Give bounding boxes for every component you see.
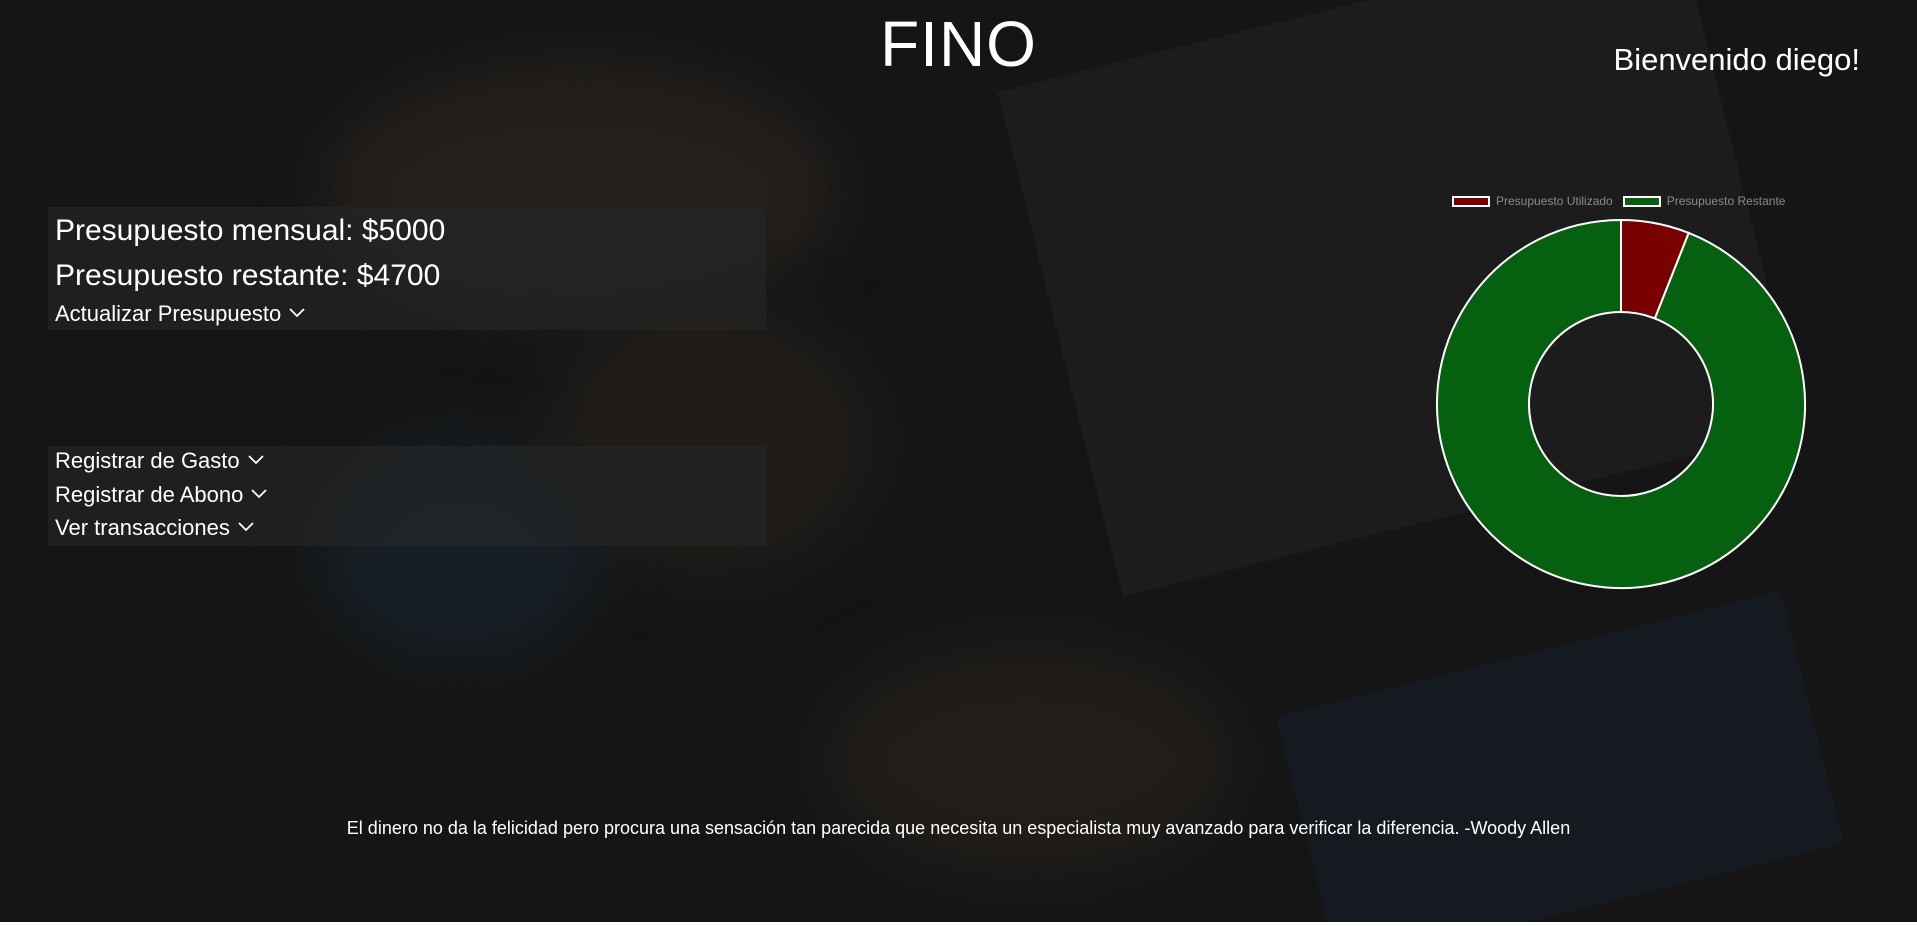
legend-swatch-used [1452,195,1490,207]
legend-label-remaining: Presupuesto Restante [1666,194,1786,208]
legend-item-used[interactable]: Presupuesto Utilizado [1452,194,1613,208]
chevron-down-icon [238,522,256,534]
monthly-budget-label: Presupuesto mensual: $5000 [55,214,446,247]
chevron-down-icon [251,489,269,501]
legend-swatch-remaining [1622,195,1661,207]
donut-slice-remaining[interactable] [1436,218,1806,589]
chart-legend: Presupuesto Utilizado Presupuesto Restan… [1452,194,1795,208]
footer-quote: El dinero no da la felicidad pero procur… [346,818,1571,838]
update-budget-label: Actualizar Presupuesto [55,301,282,326]
chevron-down-icon [248,455,266,467]
legend-item-remaining[interactable]: Presupuesto Restante [1622,194,1786,208]
view-transactions-toggle[interactable]: Ver transacciones [55,513,256,543]
register-payment-toggle[interactable]: Registrar de Abono [55,480,269,510]
actions-panel: Registrar de Gasto Registrar de Abono Ve… [48,446,766,546]
remaining-budget-label: Presupuesto restante: $4700 [55,259,441,292]
legend-label-used: Presupuesto Utilizado [1496,194,1613,208]
bottom-edge [0,922,1917,926]
welcome-message: Bienvenido diego! [1613,42,1860,77]
view-transactions-label: Ver transacciones [55,515,230,540]
update-budget-toggle[interactable]: Actualizar Presupuesto [55,299,307,329]
budget-panel: Presupuesto mensual: $5000 Presupuesto r… [48,207,766,330]
register-expense-label: Registrar de Gasto [55,448,240,473]
register-payment-label: Registrar de Abono [55,482,244,507]
budget-donut-chart [1436,218,1806,589]
chevron-down-icon [289,308,307,320]
register-expense-toggle[interactable]: Registrar de Gasto [55,446,266,476]
